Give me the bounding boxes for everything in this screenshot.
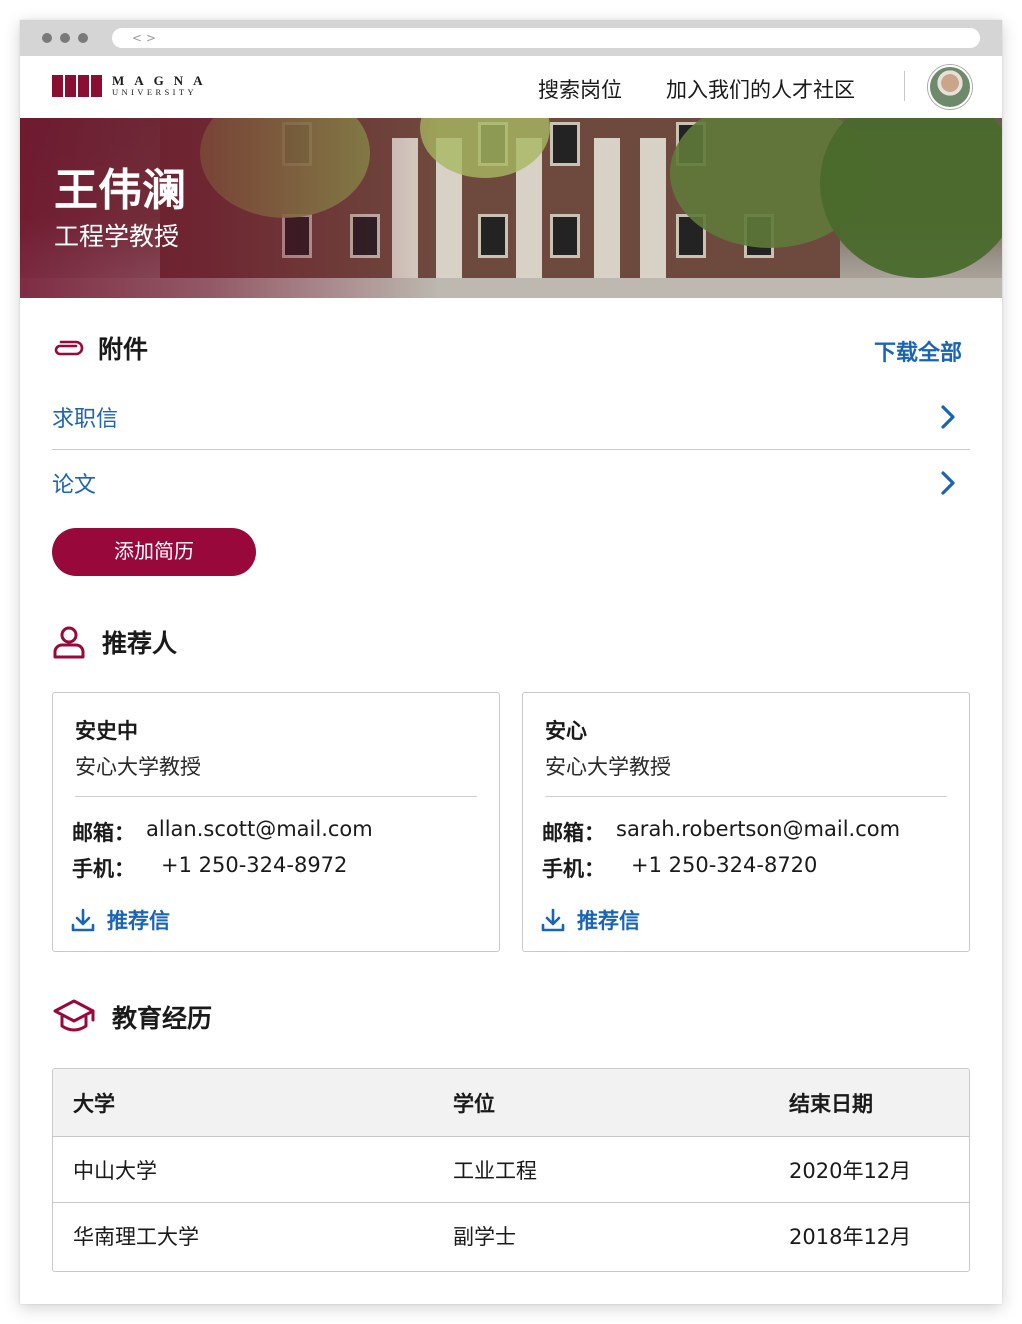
- email-label: 邮箱：: [72, 821, 135, 845]
- attachment-item-thesis[interactable]: 论文: [52, 450, 970, 516]
- table-row: 华南理工大学 副学士 2018年12月: [53, 1203, 969, 1269]
- attachment-item-cover-letter[interactable]: 求职信: [52, 384, 970, 450]
- add-resume-button[interactable]: 添加简历: [52, 528, 256, 576]
- nav-search-jobs[interactable]: 搜索岗位: [538, 74, 622, 104]
- phone-label: 手机：: [542, 857, 605, 881]
- end-date-cell: 2020年12月: [789, 1158, 912, 1183]
- logo-mark: [52, 75, 102, 97]
- window-dot: [42, 33, 52, 43]
- window-dot: [78, 33, 88, 43]
- reference-card: 安心 安心大学教授 邮箱： sarah.robertson@mail.com 手…: [522, 692, 970, 952]
- references-header: 推荐人: [52, 624, 177, 660]
- attachment-label: 论文: [52, 473, 97, 498]
- education-table: 大学 学位 结束日期 中山大学 工业工程 2020年12月 华南理工大学 副学士…: [52, 1068, 970, 1272]
- browser-window: < > MAGNA UNIVERSITY 搜索岗位 加入我们的人才社区 王伟澜 …: [20, 20, 1002, 1304]
- education-title: 教育经历: [112, 1004, 213, 1033]
- column-header-end-date: 结束日期: [789, 1091, 873, 1116]
- attachments-title: 附件: [98, 335, 149, 364]
- reference-phone: +1 250-324-8720: [631, 853, 818, 877]
- university-logo[interactable]: MAGNA UNIVERSITY: [52, 74, 213, 98]
- address-bar-arrows: < >: [132, 31, 156, 45]
- window-dot: [60, 33, 70, 43]
- download-reference-letter-link[interactable]: 推荐信: [71, 905, 170, 935]
- reference-position: 安心大学教授: [545, 755, 671, 779]
- nav-divider: [904, 71, 905, 101]
- address-bar[interactable]: < >: [112, 28, 980, 48]
- reference-email: sarah.robertson@mail.com: [616, 817, 901, 841]
- degree-cell: 副学士: [453, 1225, 516, 1249]
- university-cell: 华南理工大学: [73, 1225, 199, 1249]
- paperclip-icon: [52, 338, 84, 358]
- hero-banner: 王伟澜 工程学教授: [20, 118, 1002, 298]
- browser-chrome: < >: [20, 20, 1002, 56]
- logo-subtitle: UNIVERSITY: [112, 87, 197, 97]
- table-row: 中山大学 工业工程 2020年12月: [53, 1137, 969, 1203]
- download-icon: [71, 908, 95, 932]
- logo-wordmark: MAGNA: [112, 73, 213, 88]
- download-all-link[interactable]: 下载全部: [874, 335, 962, 367]
- chevron-right-icon: [940, 470, 956, 502]
- reference-name: 安心: [545, 719, 587, 743]
- table-header: 大学 学位 结束日期: [53, 1069, 969, 1137]
- reference-letter-label: 推荐信: [107, 909, 170, 933]
- candidate-title: 工程学教授: [54, 222, 180, 251]
- card-divider: [75, 796, 477, 797]
- references-title: 推荐人: [102, 629, 178, 658]
- end-date-cell: 2018年12月: [789, 1225, 912, 1249]
- column-header-degree: 学位: [453, 1091, 495, 1116]
- attachment-label: 求职信: [52, 407, 119, 432]
- nav-join-talent-community[interactable]: 加入我们的人才社区: [666, 74, 855, 104]
- reference-phone: +1 250-324-8972: [161, 853, 348, 877]
- download-reference-letter-link[interactable]: 推荐信: [541, 905, 640, 935]
- avatar[interactable]: [928, 65, 972, 109]
- column-header-university: 大学: [73, 1091, 115, 1116]
- graduation-cap-icon: [52, 998, 96, 1036]
- reference-name: 安史中: [75, 719, 138, 743]
- candidate-name: 王伟澜: [54, 165, 186, 216]
- card-divider: [545, 796, 947, 797]
- download-icon: [541, 908, 565, 932]
- email-label: 邮箱：: [542, 821, 605, 845]
- reference-letter-label: 推荐信: [577, 909, 640, 933]
- person-icon: [52, 625, 86, 659]
- top-navigation: MAGNA UNIVERSITY 搜索岗位 加入我们的人才社区: [20, 56, 1002, 118]
- phone-label: 手机：: [72, 857, 135, 881]
- reference-card: 安史中 安心大学教授 邮箱： allan.scott@mail.com 手机： …: [52, 692, 500, 952]
- university-cell: 中山大学: [73, 1158, 157, 1183]
- reference-position: 安心大学教授: [75, 755, 201, 779]
- chevron-right-icon: [940, 404, 956, 436]
- reference-email: allan.scott@mail.com: [146, 817, 373, 841]
- education-header: 教育经历: [52, 998, 212, 1036]
- degree-cell: 工业工程: [453, 1158, 537, 1183]
- attachments-header: 附件: [52, 330, 148, 366]
